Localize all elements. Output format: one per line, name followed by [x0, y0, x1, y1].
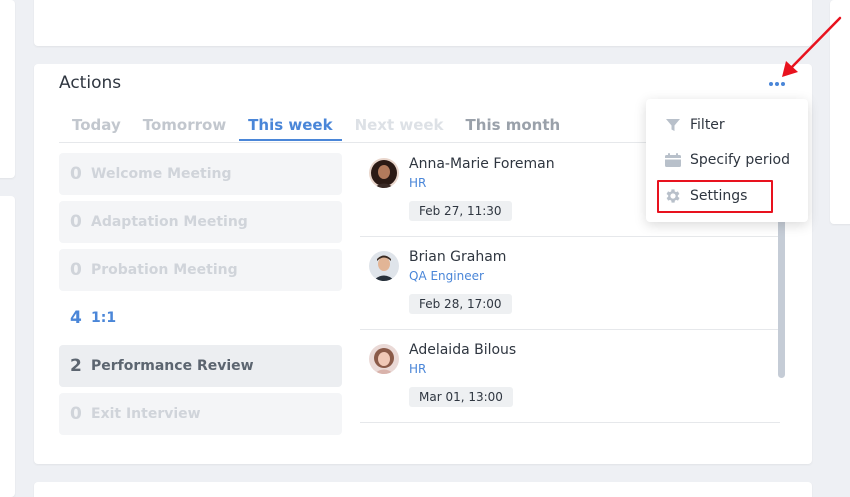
annotation-arrow-icon — [782, 16, 842, 77]
date-badge: Mar 01, 13:00 — [409, 387, 513, 407]
list-item[interactable]: Adelaida Bilous HR Mar 01, 13:00 — [360, 330, 780, 423]
action-type-list: 0 Welcome Meeting 0 Adaptation Meeting 0… — [59, 153, 342, 441]
date-badge: Feb 27, 11:30 — [409, 201, 512, 221]
person-role: QA Engineer — [409, 269, 484, 283]
date-badge: Feb 28, 17:00 — [409, 294, 512, 314]
person-role: HR — [409, 362, 427, 376]
action-type-count: 4 — [70, 308, 82, 328]
action-type-label: Exit Interview — [91, 406, 201, 422]
period-tabs: Today Tomorrow This week Next week This … — [63, 113, 573, 141]
person-name: Adelaida Bilous — [409, 342, 517, 358]
calendar-icon — [664, 151, 682, 169]
action-type-performance-review[interactable]: 2 Performance Review — [59, 345, 342, 387]
menu-item-specify-period[interactable]: Specify period — [646, 144, 808, 176]
scrollbar[interactable] — [778, 204, 785, 378]
tab-tomorrow[interactable]: Tomorrow — [134, 113, 235, 141]
menu-item-label: Specify period — [690, 152, 790, 168]
avatar — [369, 158, 399, 188]
avatar — [369, 344, 399, 374]
action-type-count: 0 — [70, 164, 82, 184]
action-type-count: 2 — [70, 356, 82, 376]
tab-today[interactable]: Today — [63, 113, 130, 141]
tab-this-month[interactable]: This month — [457, 113, 570, 141]
tab-next-week[interactable]: Next week — [346, 113, 453, 141]
action-type-label: Probation Meeting — [91, 262, 238, 278]
settings-highlight — [657, 180, 773, 213]
action-type-probation-meeting[interactable]: 0 Probation Meeting — [59, 249, 342, 291]
action-type-label: Performance Review — [91, 358, 254, 374]
person-name: Anna-Marie Foreman — [409, 156, 555, 172]
next-section-card — [34, 482, 812, 497]
action-type-count: 0 — [70, 212, 82, 232]
menu-item-filter[interactable]: Filter — [646, 109, 808, 141]
action-type-welcome-meeting[interactable]: 0 Welcome Meeting — [59, 153, 342, 195]
person-role: HR — [409, 176, 427, 190]
action-type-label: 1:1 — [91, 310, 117, 326]
actions-title: Actions — [59, 73, 122, 93]
action-type-label: Welcome Meeting — [91, 166, 232, 182]
action-type-adaptation-meeting[interactable]: 0 Adaptation Meeting — [59, 201, 342, 243]
action-type-label: Adaptation Meeting — [91, 214, 248, 230]
list-item[interactable]: Brian Graham QA Engineer Feb 28, 17:00 — [360, 237, 780, 330]
left-panel-edge-lower — [0, 196, 15, 497]
menu-item-label: Filter — [690, 117, 725, 133]
action-type-exit-interview[interactable]: 0 Exit Interview — [59, 393, 342, 435]
tab-this-week[interactable]: This week — [239, 113, 342, 141]
action-type-count: 0 — [70, 260, 82, 280]
top-card — [34, 0, 812, 46]
action-type-one-on-one[interactable]: 4 1:1 — [59, 297, 342, 339]
action-type-count: 0 — [70, 404, 82, 424]
person-name: Brian Graham — [409, 249, 507, 265]
avatar — [369, 251, 399, 281]
left-panel-edge — [0, 0, 15, 178]
filter-icon — [664, 116, 682, 134]
